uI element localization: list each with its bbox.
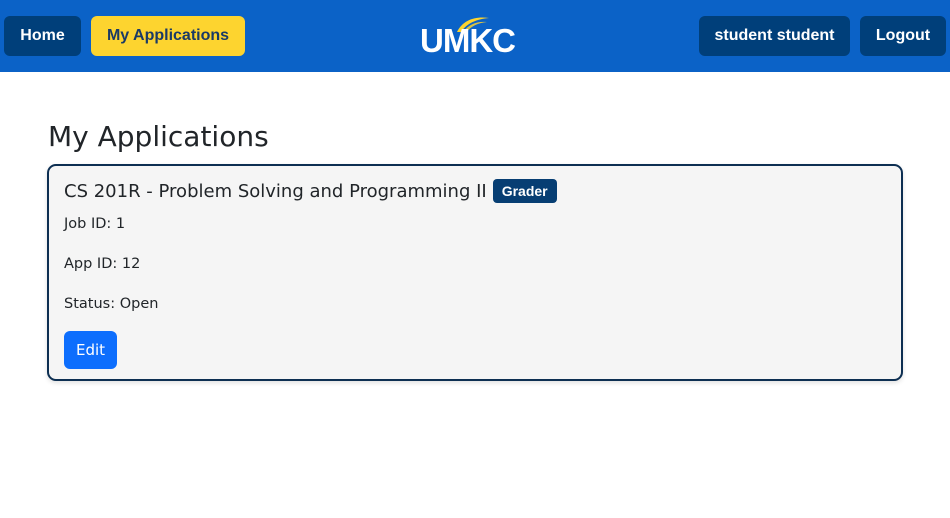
app-id-text: App ID: 12	[64, 256, 141, 272]
top-navbar: Home My Applications UMKC student studen…	[0, 0, 950, 72]
my-applications-button[interactable]: My Applications	[91, 16, 245, 56]
logout-button[interactable]: Logout	[860, 16, 946, 56]
logo-text: UMKC	[420, 22, 516, 59]
umkc-logo[interactable]: UMKC	[420, 14, 526, 60]
application-card: CS 201R - Problem Solving and Programmin…	[47, 164, 903, 381]
application-header: CS 201R - Problem Solving and Programmin…	[64, 179, 557, 203]
position-badge: Grader	[492, 179, 557, 203]
course-title: CS 201R - Problem Solving and Programmin…	[64, 180, 487, 202]
edit-button[interactable]: Edit	[64, 331, 117, 369]
home-button[interactable]: Home	[4, 16, 81, 56]
user-profile-button[interactable]: student student	[699, 16, 850, 56]
job-id-text: Job ID: 1	[64, 216, 126, 232]
status-text: Status: Open	[64, 296, 159, 312]
page-title: My Applications	[48, 120, 269, 153]
